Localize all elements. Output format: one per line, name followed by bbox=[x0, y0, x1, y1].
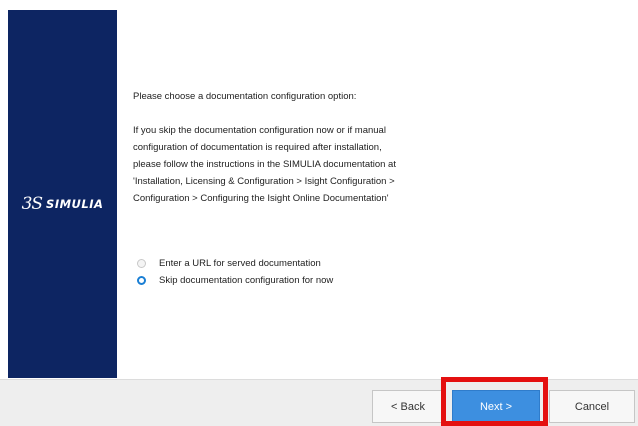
option-label: Enter a URL for served documentation bbox=[159, 258, 321, 269]
cancel-button[interactable]: Cancel bbox=[549, 390, 635, 423]
doc-config-options: Enter a URL for served documentation Ski… bbox=[137, 255, 333, 289]
prompt-text: Please choose a documentation configurat… bbox=[133, 91, 357, 102]
brand-sidebar: 3S SIMULIA bbox=[8, 10, 117, 378]
installer-window: 3S SIMULIA Please choose a documentation… bbox=[0, 0, 638, 426]
button-bar bbox=[0, 379, 638, 426]
option-label: Skip documentation configuration for now bbox=[159, 275, 334, 286]
next-button[interactable]: Next > bbox=[452, 390, 540, 423]
radio-enter-url[interactable] bbox=[137, 259, 146, 268]
radio-skip-config[interactable] bbox=[137, 276, 146, 285]
info-line: 'Installation, Licensing & Configuration… bbox=[133, 176, 395, 187]
simulia-logo: 3S SIMULIA bbox=[8, 192, 117, 216]
info-line: If you skip the documentation configurat… bbox=[133, 125, 386, 136]
info-line: please follow the instructions in the SI… bbox=[133, 159, 396, 170]
info-line: Configuration > Configuring the Isight O… bbox=[133, 193, 389, 204]
info-paragraph: If you skip the documentation configurat… bbox=[133, 122, 493, 207]
content-panel: Please choose a documentation configurat… bbox=[133, 88, 493, 207]
3ds-logo-mark: 3S bbox=[21, 194, 43, 214]
info-line: configuration of documentation is requir… bbox=[133, 142, 382, 153]
brand-name: SIMULIA bbox=[46, 197, 104, 211]
option-enter-url[interactable]: Enter a URL for served documentation bbox=[137, 255, 333, 272]
back-button[interactable]: < Back bbox=[372, 390, 444, 423]
option-skip-config[interactable]: Skip documentation configuration for now bbox=[137, 272, 333, 289]
